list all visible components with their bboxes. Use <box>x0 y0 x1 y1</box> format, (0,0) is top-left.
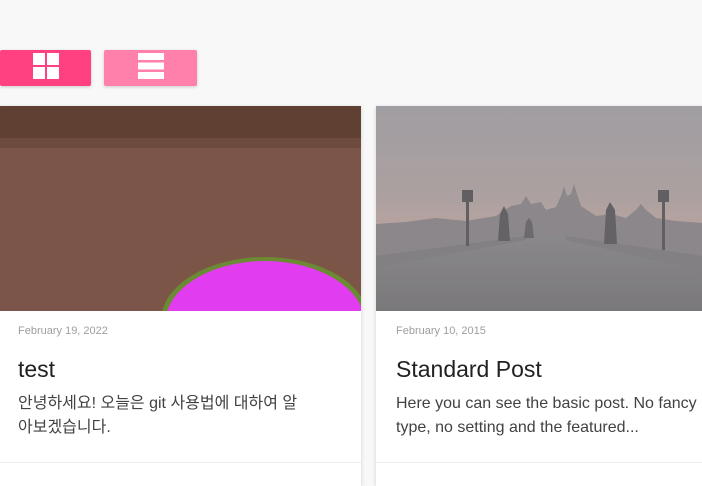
post-excerpt: 안녕하세요! 오늘은 git 사용법에 대하여 알 아보겠습니다. <box>18 392 348 440</box>
post-excerpt-line: type, no setting and the featured... <box>396 419 639 436</box>
post-thumbnail[interactable] <box>376 106 702 311</box>
post-title[interactable]: Standard Post <box>396 356 542 383</box>
grid-view-icon <box>32 52 59 84</box>
post-excerpt-line: 아보겠습니다. <box>18 419 111 436</box>
post-date: February 19, 2022 <box>18 325 108 337</box>
list-view-icon <box>137 52 164 84</box>
post-date: February 10, 2015 <box>396 325 486 337</box>
post-excerpt-line: Here you can see the basic post. No fanc… <box>396 395 697 412</box>
post-thumbnail[interactable] <box>0 106 361 311</box>
post-excerpt-line: 안녕하세요! 오늘은 git 사용법에 대하여 알 <box>18 395 298 412</box>
post-card[interactable]: February 10, 2015 Standard Post Here you… <box>376 106 702 486</box>
post-card[interactable]: February 19, 2022 test 안녕하세요! 오늘은 git 사용… <box>0 106 361 486</box>
grid-view-button[interactable] <box>0 50 91 86</box>
card-divider <box>376 462 702 463</box>
post-title[interactable]: test <box>18 356 55 383</box>
card-divider <box>0 462 361 463</box>
list-view-button[interactable] <box>104 50 197 86</box>
post-excerpt: Here you can see the basic post. No fanc… <box>396 392 702 440</box>
